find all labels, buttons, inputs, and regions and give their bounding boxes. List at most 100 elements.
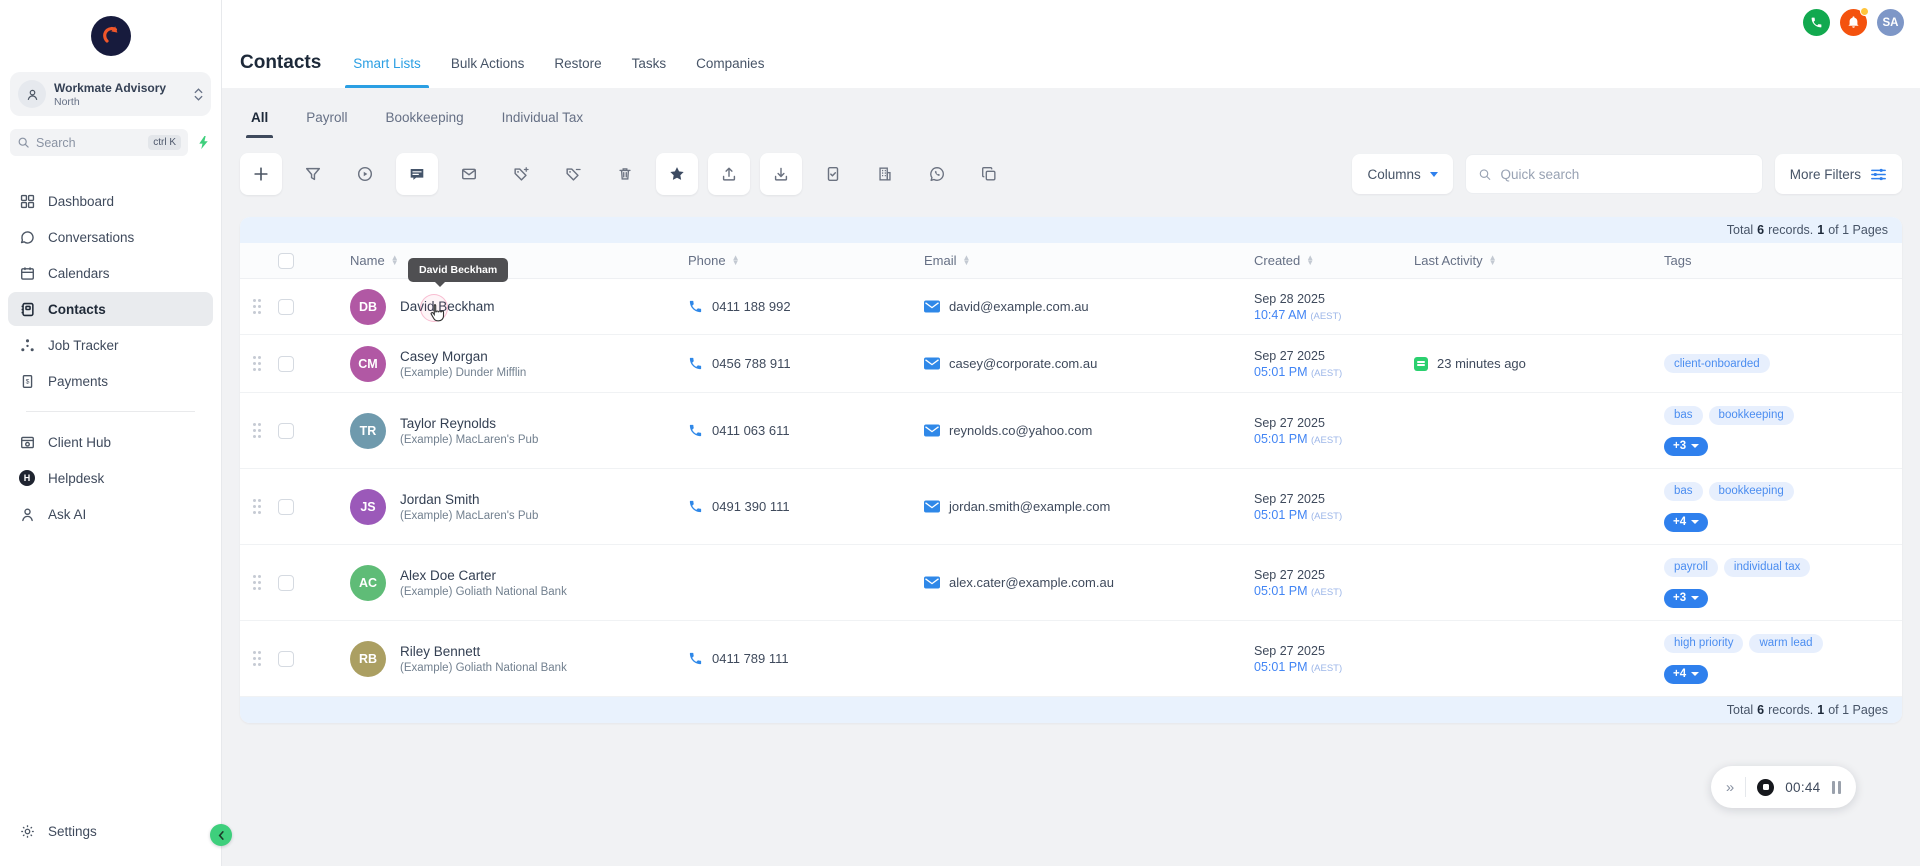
agency-switcher[interactable]: Workmate Advisory North	[10, 72, 211, 116]
tag[interactable]: individual tax	[1723, 557, 1811, 577]
column-header-email[interactable]: Email ▲ ▼	[910, 243, 1240, 278]
column-header-last-activity[interactable]: Last Activity ▲ ▼	[1400, 243, 1650, 278]
created-date: Sep 28 2025	[1254, 291, 1325, 306]
review-request-button[interactable]	[812, 153, 854, 195]
more-tags-button[interactable]: +3	[1664, 588, 1709, 608]
contact-phone[interactable]: 0411 188 992	[712, 299, 791, 314]
whatsapp-button[interactable]	[916, 153, 958, 195]
tag[interactable]: bas	[1664, 481, 1703, 501]
tab-companies[interactable]: Companies	[696, 56, 764, 88]
zap-icon[interactable]	[196, 135, 211, 150]
row-checkbox[interactable]	[278, 574, 294, 591]
subtab-bookkeeping[interactable]: Bookkeeping	[385, 102, 465, 138]
record-stop-button[interactable]	[1757, 778, 1775, 796]
more-tags-button[interactable]: +4	[1664, 664, 1709, 684]
row-checkbox[interactable]	[278, 650, 294, 667]
row-checkbox[interactable]	[278, 355, 294, 372]
contact-phone[interactable]: 0491 390 111	[712, 499, 790, 514]
more-tags-button[interactable]: +3	[1664, 436, 1709, 456]
tag[interactable]: payroll	[1664, 557, 1718, 577]
select-all-checkbox[interactable]	[278, 252, 294, 269]
automation-button[interactable]	[344, 153, 386, 195]
phone-call-button[interactable]	[1803, 9, 1830, 36]
tab-tasks[interactable]: Tasks	[632, 56, 667, 88]
contact-email[interactable]: alex.cater@example.com.au	[949, 575, 1114, 590]
tag[interactable]: high priority	[1664, 633, 1744, 653]
favorite-button[interactable]	[656, 153, 698, 195]
expand-icon[interactable]: »	[1726, 780, 1734, 795]
contact-email[interactable]: reynolds.co@yahoo.com	[949, 423, 1092, 438]
tag[interactable]: bas	[1664, 405, 1703, 425]
tag-minus-icon	[566, 168, 581, 181]
sort-icon: ▲ ▼	[962, 253, 971, 267]
row-checkbox[interactable]	[278, 298, 294, 315]
contact-email[interactable]: jordan.smith@example.com	[949, 499, 1110, 514]
import-button[interactable]	[760, 153, 802, 195]
contact-name[interactable]: Taylor Reynolds	[400, 416, 538, 431]
sidebar-item-helpdesk[interactable]: H Helpdesk	[8, 461, 213, 495]
company-button[interactable]	[864, 153, 906, 195]
quick-search-input[interactable]	[1500, 166, 1750, 182]
more-filters-button[interactable]: More Filters	[1774, 154, 1902, 194]
drag-handle[interactable]	[253, 651, 256, 654]
export-button[interactable]	[708, 153, 750, 195]
subtab-payroll[interactable]: Payroll	[305, 102, 348, 138]
tag[interactable]: warm lead	[1749, 633, 1823, 653]
quick-search-box[interactable]	[1464, 154, 1763, 194]
tag[interactable]: bookkeeping	[1708, 481, 1794, 501]
contact-email[interactable]: david@example.com.au	[949, 299, 1089, 314]
contact-name[interactable]: Jordan Smith	[400, 492, 538, 507]
phone-icon	[689, 500, 702, 513]
delete-button[interactable]	[604, 153, 646, 195]
remove-tag-button[interactable]	[552, 153, 594, 195]
filter-button[interactable]	[292, 153, 334, 195]
row-checkbox[interactable]	[278, 422, 294, 439]
sidebar-item-calendars[interactable]: Calendars	[8, 256, 213, 290]
drag-handle[interactable]	[253, 575, 256, 578]
column-header-created[interactable]: Created ▲ ▼	[1240, 243, 1400, 278]
subtab-individual-tax[interactable]: Individual Tax	[501, 102, 585, 138]
drag-handle[interactable]	[253, 299, 256, 302]
pause-button[interactable]	[1831, 780, 1841, 794]
more-tags-button[interactable]: +4	[1664, 512, 1709, 532]
send-email-button[interactable]	[448, 153, 490, 195]
tag[interactable]: bookkeeping	[1708, 405, 1794, 425]
tab-restore[interactable]: Restore	[554, 56, 601, 88]
column-header-phone[interactable]: Phone ▲ ▼	[674, 243, 910, 278]
sidebar-item-payments[interactable]: $ Payments	[8, 364, 213, 398]
contact-phone[interactable]: 0411 063 611	[712, 423, 790, 438]
sidebar-search-input[interactable]: Search ctrl K	[10, 129, 188, 156]
avatar: AC	[350, 564, 386, 601]
contact-phone[interactable]: 0456 788 911	[712, 356, 791, 371]
add-tag-button[interactable]	[500, 153, 542, 195]
contact-email[interactable]: casey@corporate.com.au	[949, 356, 1097, 371]
tab-smart-lists[interactable]: Smart Lists	[345, 56, 429, 88]
table-row: AC Alex Doe Carter (Example) Goliath Nati…	[240, 545, 1902, 621]
subtab-all[interactable]: All	[245, 102, 274, 138]
summary-page: 1	[1817, 223, 1825, 237]
contact-name[interactable]: Alex Doe Carter	[400, 568, 567, 583]
contact-phone[interactable]: 0411 789 111	[712, 651, 789, 666]
tag[interactable]: client-onboarded	[1664, 354, 1770, 373]
sidebar-item-dashboard[interactable]: Dashboard	[8, 184, 213, 218]
sidebar-item-contacts[interactable]: Contacts	[8, 292, 213, 326]
sidebar-collapse-button[interactable]	[210, 824, 232, 846]
row-checkbox[interactable]	[278, 498, 294, 515]
notifications-button[interactable]	[1840, 7, 1869, 36]
sidebar-item-conversations[interactable]: Conversations	[8, 220, 213, 254]
merge-button[interactable]	[968, 153, 1010, 195]
sidebar-item-settings[interactable]: Settings	[8, 814, 213, 848]
contact-name[interactable]: Riley Bennett	[400, 644, 567, 659]
add-contact-button[interactable]	[240, 153, 282, 195]
drag-handle[interactable]	[253, 356, 256, 359]
user-avatar[interactable]: SA	[1877, 9, 1904, 36]
tab-bulk-actions[interactable]: Bulk Actions	[451, 56, 525, 88]
columns-dropdown[interactable]: Columns	[1352, 154, 1453, 194]
sidebar-item-job-tracker[interactable]: Job Tracker	[8, 328, 213, 362]
sidebar-item-client-hub[interactable]: Client Hub	[8, 425, 213, 459]
sidebar-item-ask-ai[interactable]: Ask AI	[8, 497, 213, 531]
send-sms-button[interactable]	[396, 153, 438, 195]
contact-name[interactable]: Casey Morgan	[400, 349, 526, 364]
drag-handle[interactable]	[253, 499, 256, 502]
drag-handle[interactable]	[253, 423, 256, 426]
